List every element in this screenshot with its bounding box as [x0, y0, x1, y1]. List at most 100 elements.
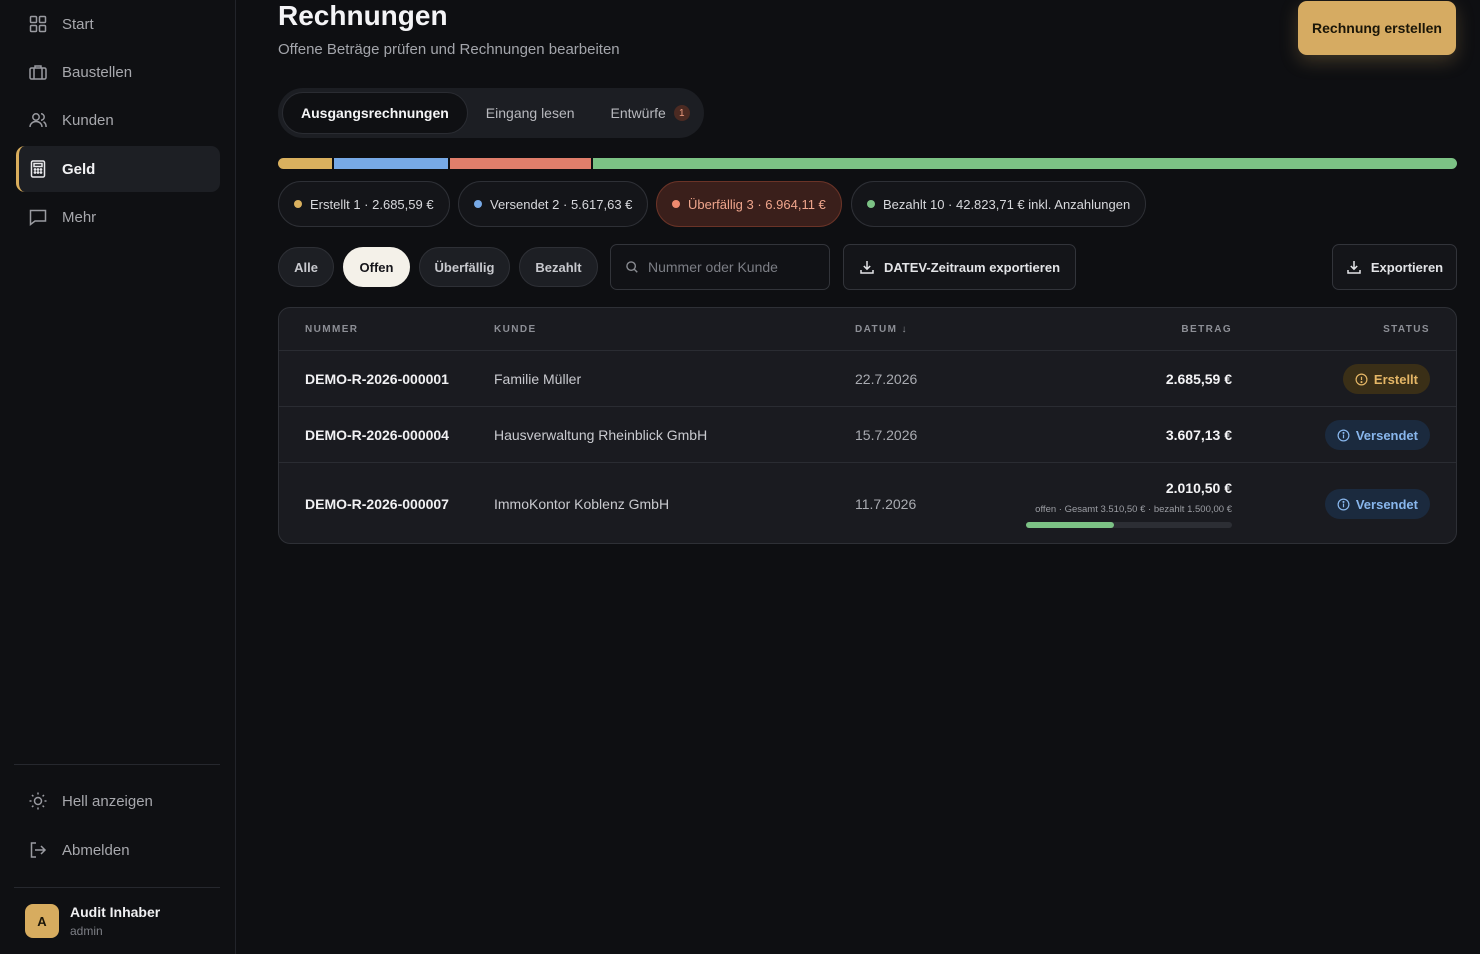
filter-offen[interactable]: Offen: [343, 247, 410, 287]
column-header-datum[interactable]: DATUM ↓: [855, 324, 908, 335]
sidebar-item-label: Kunden: [62, 111, 114, 129]
download-icon: [860, 261, 874, 274]
briefcase-icon: [29, 65, 47, 80]
create-invoice-button[interactable]: Rechnung erstellen: [1298, 1, 1456, 55]
info-icon: [1337, 498, 1350, 510]
logout-button[interactable]: Abmelden: [16, 827, 220, 873]
avatar: A: [25, 904, 59, 938]
chip-label: Versendet 2 · 5.617,63 €: [490, 196, 633, 212]
tab-label: Ausgangsrechnungen: [301, 105, 449, 121]
search-icon: [626, 261, 638, 273]
table-header: NUMMER KUNDE DATUM ↓ BETRAG STATUS: [279, 308, 1456, 351]
segment-bezahlt: [592, 158, 1457, 169]
column-header-kunde[interactable]: KUNDE: [494, 324, 537, 335]
status-badge: Erstellt: [1342, 364, 1430, 394]
column-header-nummer[interactable]: NUMMER: [305, 324, 358, 335]
summary-chip-ueberfaellig[interactable]: Überfällig 3 · 6.964,11 €: [656, 181, 842, 227]
sidebar: Start Baustellen Kunden Geld Mehr Hell a…: [0, 0, 236, 954]
invoice-date: 22.7.2026: [855, 371, 918, 387]
segment-versendet: [333, 158, 448, 169]
status-badge: Versendet: [1324, 489, 1430, 519]
status-label: Erstellt: [1373, 371, 1418, 387]
status-dot: [474, 200, 482, 208]
table-row[interactable]: DEMO-R-2026-000007 ImmoKontor Koblenz Gm…: [279, 463, 1456, 543]
customer-name: Hausverwaltung Rheinblick GmbH: [494, 427, 708, 443]
download-icon: [1347, 261, 1361, 274]
invoice-table: NUMMER KUNDE DATUM ↓ BETRAG STATUS DEMO-…: [278, 307, 1457, 544]
invoice-number: DEMO-R-2026-000004: [305, 427, 449, 443]
tab-label: Eingang lesen: [485, 105, 575, 121]
sun-icon: [29, 792, 47, 810]
page-subtitle: Offene Beträge prüfen und Rechnungen bea…: [278, 41, 620, 58]
users-icon: [29, 113, 47, 128]
info-icon: [1355, 373, 1368, 385]
sidebar-item-geld[interactable]: Geld: [16, 146, 220, 192]
chip-label: Bezahlt 10 · 42.823,71 € inkl. Anzahlung…: [883, 196, 1131, 212]
invoice-amount: 3.607,13 €: [1165, 427, 1232, 443]
user-name: Audit Inhaber: [70, 904, 161, 920]
invoice-date: 15.7.2026: [855, 427, 918, 443]
tab-eingang-lesen[interactable]: Eingang lesen: [468, 92, 593, 134]
filter-alle[interactable]: Alle: [278, 247, 334, 287]
status-label: Versendet: [1355, 427, 1418, 443]
segment-erstellt: [278, 158, 332, 169]
status-dot: [867, 200, 875, 208]
chip-label: Erstellt 1 · 2.685,59 €: [310, 196, 434, 212]
user-profile[interactable]: A Audit Inhaber admin: [25, 904, 160, 938]
summary-chip-erstellt[interactable]: Erstellt 1 · 2.685,59 €: [278, 181, 450, 227]
sidebar-item-start[interactable]: Start: [16, 1, 220, 47]
invoice-number: DEMO-R-2026-000001: [305, 371, 449, 387]
invoice-number: DEMO-R-2026-000007: [305, 496, 449, 512]
sidebar-divider: [14, 887, 220, 888]
status-dot: [672, 200, 680, 208]
tab-label: Entwürfe: [610, 105, 666, 121]
chat-icon: [29, 209, 47, 227]
payment-progress: [1026, 522, 1232, 528]
sidebar-item-label: Mehr: [62, 208, 97, 226]
export-label: Exportieren: [1370, 259, 1444, 275]
tab-ausgangsrechnungen[interactable]: Ausgangsrechnungen: [282, 92, 468, 134]
datev-export-label: DATEV-Zeitraum exportieren: [883, 259, 1061, 275]
segment-ueberfaellig: [449, 158, 591, 169]
datev-export-button[interactable]: DATEV-Zeitraum exportieren: [843, 244, 1076, 290]
summary-chip-versendet[interactable]: Versendet 2 · 5.617,63 €: [458, 181, 649, 227]
customer-name: ImmoKontor Koblenz GmbH: [494, 496, 670, 512]
invoice-amount: 2.010,50 €: [1165, 480, 1232, 496]
user-role: admin: [70, 924, 103, 938]
table-row[interactable]: DEMO-R-2026-000004 Hausverwaltung Rheinb…: [279, 407, 1456, 463]
sidebar-item-label: Geld: [62, 160, 96, 178]
status-badge: Versendet: [1324, 420, 1430, 450]
filter-ueberfaellig[interactable]: Überfällig: [419, 247, 510, 287]
invoice-amount: 2.685,59 €: [1165, 371, 1232, 387]
filter-bezahlt[interactable]: Bezahlt: [519, 247, 598, 287]
status-dot: [294, 200, 302, 208]
logout-icon: [30, 842, 47, 858]
export-button[interactable]: Exportieren: [1332, 244, 1457, 290]
invoice-tabs: Ausgangsrechnungen Eingang lesen Entwürf…: [278, 88, 704, 138]
sidebar-item-kunden[interactable]: Kunden: [16, 97, 220, 143]
sidebar-item-label: Baustellen: [62, 63, 133, 81]
column-header-status[interactable]: STATUS: [1383, 324, 1430, 335]
status-distribution-bar: [278, 158, 1457, 169]
search-box[interactable]: [610, 244, 830, 290]
invoice-date: 11.7.2026: [855, 496, 917, 512]
drafts-count-badge: 1: [673, 105, 690, 121]
search-input[interactable]: [648, 259, 808, 275]
theme-toggle[interactable]: Hell anzeigen: [16, 778, 220, 824]
theme-toggle-label: Hell anzeigen: [62, 792, 153, 810]
sidebar-divider: [14, 764, 220, 765]
tab-entwuerfe[interactable]: Entwürfe 1: [593, 92, 708, 134]
logout-label: Abmelden: [62, 841, 130, 859]
sidebar-item-mehr[interactable]: Mehr: [16, 194, 220, 240]
grid-icon: [29, 15, 47, 33]
payment-note: offen · Gesamt 3.510,50 € · bezahlt 1.50…: [1035, 504, 1232, 515]
customer-name: Familie Müller: [494, 371, 582, 387]
table-row[interactable]: DEMO-R-2026-000001 Familie Müller 22.7.2…: [279, 351, 1456, 407]
sidebar-item-baustellen[interactable]: Baustellen: [16, 49, 220, 95]
payment-progress-fill: [1026, 522, 1114, 528]
page-title: Rechnungen: [278, 0, 448, 31]
sidebar-item-label: Start: [62, 15, 94, 33]
chip-label: Überfällig 3 · 6.964,11 €: [688, 196, 826, 212]
summary-chip-bezahlt[interactable]: Bezahlt 10 · 42.823,71 € inkl. Anzahlung…: [851, 181, 1147, 227]
column-header-betrag[interactable]: BETRAG: [1181, 324, 1232, 335]
